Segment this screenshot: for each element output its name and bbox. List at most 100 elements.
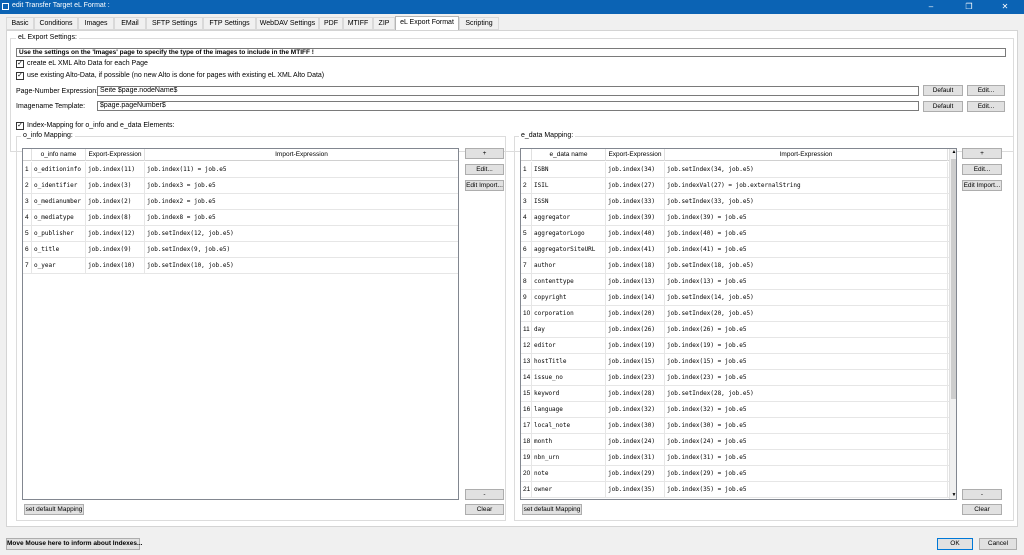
- e-data-remove-button[interactable]: -: [962, 489, 1002, 500]
- e-data-row-number: 17: [521, 418, 532, 434]
- e-data-row[interactable]: 20 note job.index(29) job.index(29) = job.e…: [521, 466, 949, 482]
- e-data-row[interactable]: 17 local_note job.index(30) job.index(30) =…: [521, 418, 949, 434]
- tab-mtiff[interactable]: MTIFF: [343, 17, 373, 30]
- e-data-name-cell: owner: [532, 482, 606, 498]
- e-data-edit-import-button[interactable]: Edit Import...: [962, 180, 1002, 191]
- e-data-col-name[interactable]: e_data name: [532, 149, 606, 161]
- o-info-edit-button[interactable]: Edit...: [465, 164, 504, 175]
- e-data-add-button[interactable]: +: [962, 148, 1002, 159]
- e-data-row[interactable]: 10 corporation job.index(20) job.setIndex(2…: [521, 306, 949, 322]
- e-data-row[interactable]: 15 keyword job.index(28) job.setIndex(28, j…: [521, 386, 949, 402]
- e-data-export-cell: job.index(41): [606, 242, 665, 258]
- e-data-row[interactable]: 1 ISBN job.index(34) job.setIndex(34, job.e…: [521, 162, 949, 178]
- e-data-row[interactable]: 14 issue_no job.index(23) job.index(23) = j…: [521, 370, 949, 386]
- tab-zip[interactable]: ZIP: [373, 17, 395, 30]
- e-data-row[interactable]: 16 language job.index(32) job.index(32) = j…: [521, 402, 949, 418]
- o-info-edit-import-button[interactable]: Edit Import...: [465, 180, 504, 191]
- e-data-row[interactable]: 18 month job.index(24) job.index(24) = job.…: [521, 434, 949, 450]
- e-data-import-cell: job.index(31) = job.e5: [665, 450, 948, 466]
- o-info-row[interactable]: 6 o_title job.index(9) job.setIndex(9, job.…: [23, 242, 458, 258]
- o-info-row[interactable]: 4 o_mediatype job.index(8) job.index8 = job…: [23, 210, 458, 226]
- e-data-row[interactable]: 9 copyright job.index(14) job.setIndex(14, …: [521, 290, 949, 306]
- close-icon[interactable]: ✕: [990, 0, 1020, 14]
- window-title: edit Transfer Target eL Format :: [12, 2, 110, 9]
- e-data-export-cell: job.index(34): [606, 162, 665, 178]
- e-data-default-mapping-button[interactable]: set default Mapping: [522, 504, 582, 515]
- e-data-row[interactable]: 5 aggregatorLogo job.index(40) job.index(40…: [521, 226, 949, 242]
- minimize-icon[interactable]: –: [916, 0, 946, 14]
- o-info-row[interactable]: 5 o_publisher job.index(12) job.setIndex(12…: [23, 226, 458, 242]
- o-info-row-number: 2: [23, 178, 32, 194]
- scroll-down-icon[interactable]: ▼: [951, 492, 956, 498]
- tab-scripting[interactable]: Scripting: [459, 17, 499, 30]
- imagename-default-button[interactable]: Default: [923, 101, 963, 112]
- o-info-export-cell: job.index(2): [86, 194, 145, 210]
- o-info-remove-button[interactable]: -: [465, 489, 504, 500]
- e-data-row[interactable]: 12 editor job.index(19) job.index(19) = job…: [521, 338, 949, 354]
- scroll-thumb[interactable]: [951, 159, 956, 399]
- o-info-add-button[interactable]: +: [465, 148, 504, 159]
- alto-checkbox[interactable]: ✓: [16, 60, 24, 68]
- o-info-row[interactable]: 3 o_medianumber job.index(2) job.index2 = j…: [23, 194, 458, 210]
- ok-button[interactable]: OK: [937, 538, 973, 550]
- e-data-export-cell: job.index(19): [606, 338, 665, 354]
- tab-sftp-settings[interactable]: SFTP Settings: [146, 17, 203, 30]
- tab-conditions[interactable]: Conditions: [34, 17, 78, 30]
- imagename-edit-button[interactable]: Edit...: [967, 101, 1005, 112]
- imagename-input[interactable]: $page.pageNumber$: [97, 101, 919, 111]
- e-data-row[interactable]: 19 nbn_urn job.index(31) job.index(31) = jo…: [521, 450, 949, 466]
- e-data-clear-button[interactable]: Clear: [962, 504, 1002, 515]
- e-data-col-export[interactable]: Export-Expression: [606, 149, 665, 161]
- o-info-row[interactable]: 2 o_identifier job.index(3) job.index3 = jo…: [23, 178, 458, 194]
- tab-email[interactable]: EMail: [114, 17, 146, 30]
- e-data-row[interactable]: 13 hostTitle job.index(15) job.index(15) = …: [521, 354, 949, 370]
- scroll-up-icon[interactable]: ▲: [951, 149, 956, 155]
- index-info-button[interactable]: Move Mouse here to inform about Indexes.…: [6, 538, 142, 550]
- restore-icon[interactable]: ❐: [954, 0, 984, 14]
- e-data-import-cell: job.index(19) = job.e5: [665, 338, 948, 354]
- e-data-import-cell: job.setIndex(18, job.e5): [665, 258, 948, 274]
- e-data-row[interactable]: 21 owner job.index(35) job.index(35) = job.…: [521, 482, 949, 498]
- e-data-import-cell: job.index(41) = job.e5: [665, 242, 948, 258]
- tab-images[interactable]: Images: [78, 17, 114, 30]
- e-data-scrollbar[interactable]: ▲ ▼: [949, 149, 956, 499]
- page-number-default-button[interactable]: Default: [923, 85, 963, 96]
- o-info-col-import[interactable]: Import-Expression: [145, 149, 458, 161]
- index-mapping-checkbox[interactable]: ✓: [16, 122, 24, 130]
- e-data-export-cell: job.index(24): [606, 434, 665, 450]
- page-number-input[interactable]: Seite $page.nodeName$: [97, 86, 919, 96]
- e-data-export-cell: job.index(15): [606, 354, 665, 370]
- e-data-col-import[interactable]: Import-Expression: [665, 149, 948, 161]
- o-info-default-mapping-button[interactable]: set default Mapping: [24, 504, 84, 515]
- e-data-row[interactable]: 8 contenttype job.index(13) job.index(13) =…: [521, 274, 949, 290]
- o-info-grid[interactable]: o_info name Export-Expression Import-Exp…: [22, 148, 459, 500]
- o-info-row[interactable]: 1 o_editioninfo job.index(11) job.index(11)…: [23, 162, 458, 178]
- e-data-export-cell: job.index(32): [606, 402, 665, 418]
- e-data-name-cell: ISBN: [532, 162, 606, 178]
- e-data-row[interactable]: 7 author job.index(18) job.setIndex(18, job…: [521, 258, 949, 274]
- e-data-row[interactable]: 6 aggregatorSiteURL job.index(41) job.index…: [521, 242, 949, 258]
- e-data-export-cell: job.index(33): [606, 194, 665, 210]
- tab-webdav-settings[interactable]: WebDAV Settings: [256, 17, 319, 30]
- e-data-row[interactable]: 3 ISSN job.index(33) job.setIndex(33, job.e…: [521, 194, 949, 210]
- tab-ftp-settings[interactable]: FTP Settings: [203, 17, 256, 30]
- e-data-import-cell: job.setIndex(20, job.e5): [665, 306, 948, 322]
- tab-el-export-format[interactable]: eL Export Format: [395, 16, 459, 31]
- e-data-row[interactable]: 4 aggregator job.index(39) job.index(39) = …: [521, 210, 949, 226]
- o-info-col-name[interactable]: o_info name: [32, 149, 86, 161]
- o-info-clear-button[interactable]: Clear: [465, 504, 504, 515]
- o-info-col-export[interactable]: Export-Expression: [86, 149, 145, 161]
- o-info-row[interactable]: 7 o_year job.index(10) job.setIndex(10, job…: [23, 258, 458, 274]
- e-data-row-number: 18: [521, 434, 532, 450]
- o-info-import-cell: job.setIndex(12, job.e5): [145, 226, 458, 242]
- existing-alto-checkbox[interactable]: ✓: [16, 72, 24, 80]
- e-data-export-cell: job.index(29): [606, 466, 665, 482]
- e-data-row[interactable]: 11 day job.index(26) job.index(26) = job.e5: [521, 322, 949, 338]
- tab-pdf[interactable]: PDF: [319, 17, 343, 30]
- e-data-edit-button[interactable]: Edit...: [962, 164, 1002, 175]
- cancel-button[interactable]: Cancel: [979, 538, 1017, 550]
- page-number-edit-button[interactable]: Edit...: [967, 85, 1005, 96]
- e-data-row[interactable]: 2 ISIL job.index(27) job.indexVal(27) = job…: [521, 178, 949, 194]
- tab-basic[interactable]: Basic: [6, 17, 34, 30]
- e-data-grid[interactable]: e_data name Export-Expression Import-Exp…: [520, 148, 957, 500]
